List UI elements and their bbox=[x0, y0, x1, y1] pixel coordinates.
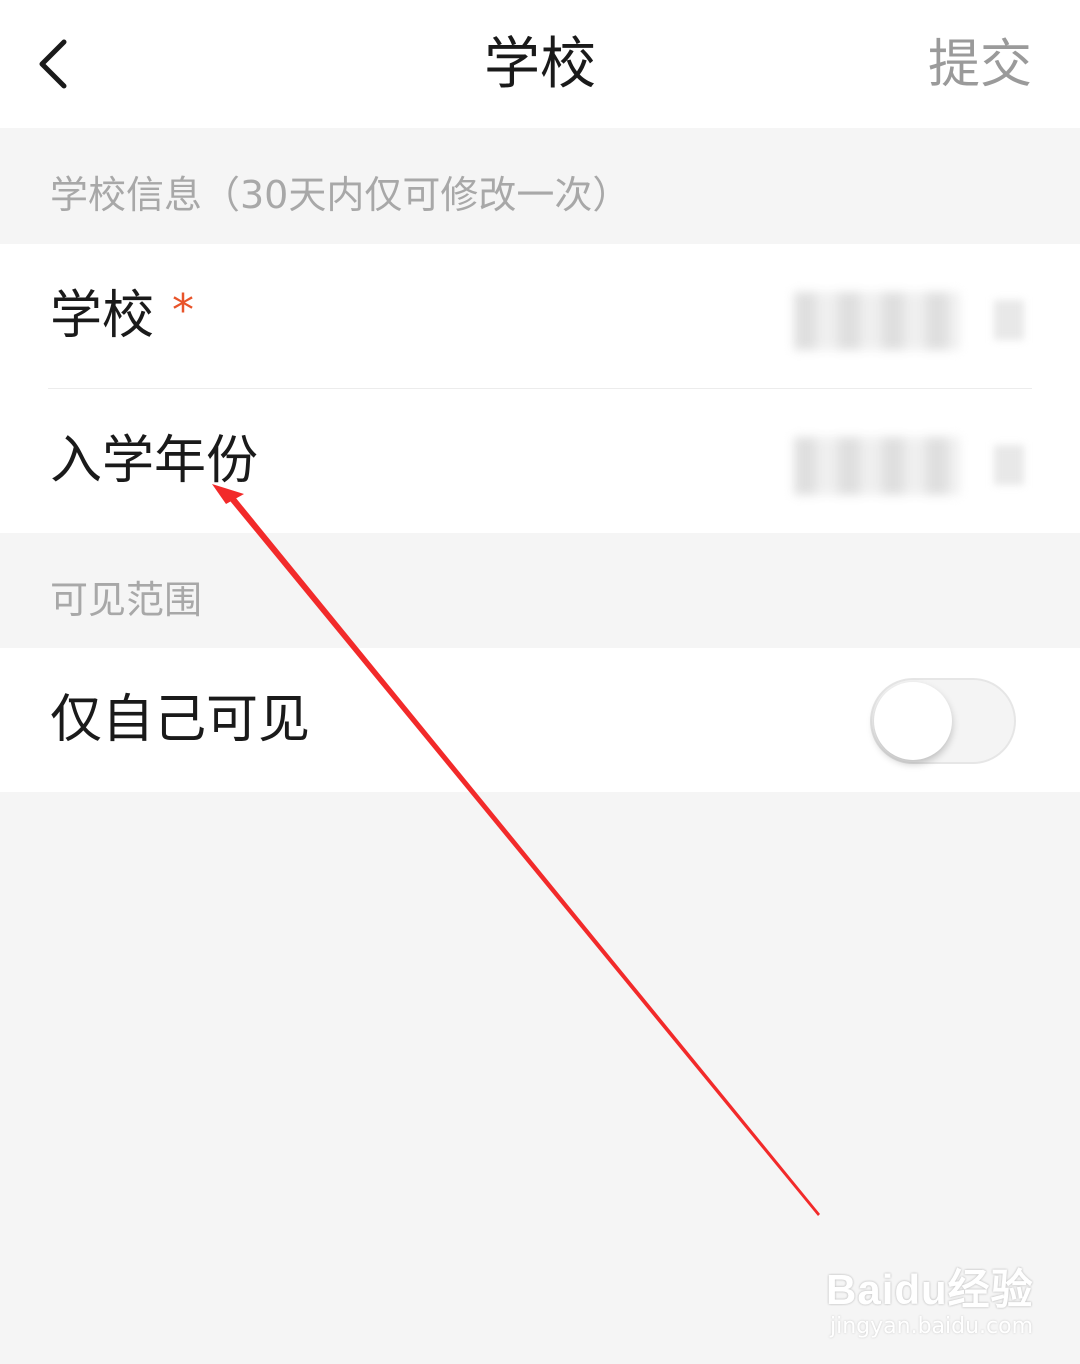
school-info-group: 学校 * 入学年份 bbox=[0, 244, 1080, 533]
school-row[interactable]: 学校 * bbox=[0, 244, 1080, 389]
baidu-watermark: Baidu经验 jingyan.baidu.com bbox=[826, 1256, 1036, 1346]
enroll-year-value-blurred bbox=[794, 437, 960, 495]
required-mark: * bbox=[172, 285, 195, 336]
self-only-label: 仅自己可见 bbox=[50, 690, 311, 750]
watermark-logo: Baidu经验 bbox=[826, 1266, 1034, 1313]
school-label: 学校 * bbox=[50, 284, 194, 351]
section-header-label: 可见范围 bbox=[50, 578, 203, 622]
chevron-right-icon bbox=[994, 445, 1024, 485]
navigation-bar: 学校 提交 bbox=[0, 0, 1080, 128]
self-only-row: 仅自己可见 bbox=[0, 648, 1080, 792]
self-only-toggle[interactable] bbox=[870, 678, 1016, 764]
school-label-text: 学校 bbox=[50, 286, 155, 346]
page-title: 学校 bbox=[484, 32, 596, 97]
submit-button[interactable]: 提交 bbox=[928, 30, 1032, 100]
enroll-year-label: 入学年份 bbox=[50, 431, 259, 491]
section-header-label: 学校信息（30天内仅可修改一次） bbox=[50, 173, 631, 217]
school-value-blurred bbox=[794, 292, 960, 350]
section-header-visibility: 可见范围 bbox=[0, 533, 1080, 648]
chevron-right-icon bbox=[994, 300, 1024, 340]
visibility-group: 仅自己可见 bbox=[0, 648, 1080, 792]
watermark-url: jingyan.baidu.com bbox=[830, 1314, 1034, 1339]
enroll-year-row[interactable]: 入学年份 bbox=[0, 389, 1080, 533]
toggle-knob bbox=[874, 682, 952, 760]
section-header-school-info: 学校信息（30天内仅可修改一次） bbox=[0, 128, 1080, 244]
